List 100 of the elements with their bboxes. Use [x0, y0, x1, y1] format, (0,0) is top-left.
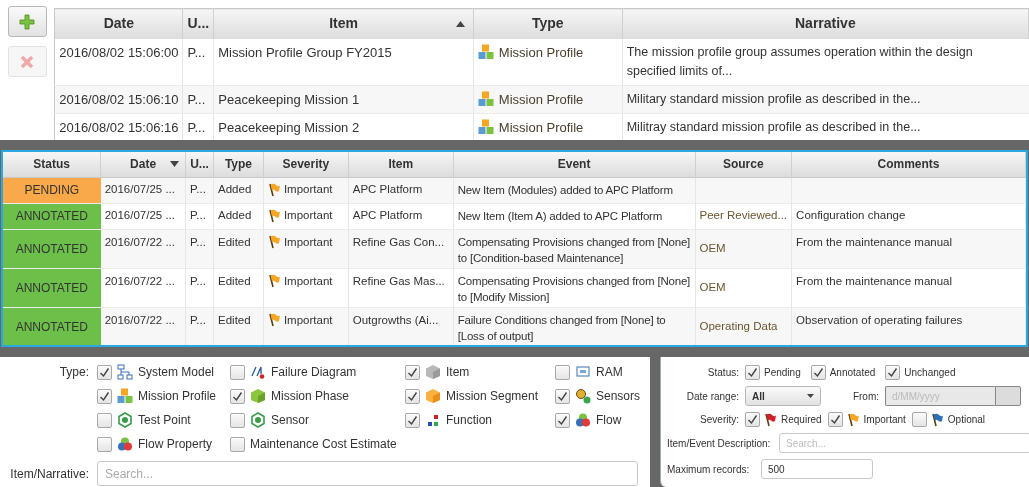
table-cell: Added: [213, 177, 264, 203]
add-button[interactable]: [7, 6, 47, 37]
checkbox[interactable]: [230, 364, 245, 380]
calendar-button[interactable]: [995, 386, 1021, 406]
column-header[interactable]: Item: [348, 152, 454, 177]
cubes-icon: [477, 44, 494, 60]
table-cell-text: Mission Profile: [498, 90, 584, 109]
table-cell: P...: [183, 38, 214, 85]
table-cell: Configuration change: [796, 209, 906, 222]
table-cell: 2016/08/02 15:06:16: [54, 113, 183, 140]
checkbox[interactable]: [405, 412, 420, 428]
search-field[interactable]: Search...: [779, 433, 1029, 453]
cubes-icon: [477, 119, 494, 135]
target-icon: [117, 412, 133, 428]
checkbox[interactable]: [745, 412, 760, 427]
table-cell-text: Important: [283, 234, 333, 250]
option-label: Mission Profile: [138, 388, 217, 405]
column-header[interactable]: Type: [213, 152, 264, 177]
checkbox[interactable]: [97, 364, 112, 380]
table-cell: 2016/07/25 ...: [100, 177, 186, 203]
table-cell: APC Platform: [348, 177, 454, 203]
column-header[interactable]: Narrative: [622, 8, 1029, 39]
field-label: Status:: [706, 366, 740, 380]
checkbox[interactable]: [405, 388, 420, 404]
table-cell: Compensating Provisions changed from [None] to [Modify Mission]: [453, 268, 695, 307]
target-icon: [250, 412, 266, 428]
max-records-field[interactable]: 500: [761, 459, 873, 479]
column-header[interactable]: U...: [185, 152, 214, 177]
checkbox[interactable]: [230, 412, 245, 428]
column-header[interactable]: U...: [183, 8, 214, 39]
column-header[interactable]: Item: [213, 8, 474, 39]
field-label: Item/Event Description:: [667, 436, 772, 451]
table-cell: Refine Gas Con...: [348, 229, 454, 268]
table-cell: P...: [185, 307, 214, 345]
table-cell: Refine Gas Mas...: [348, 268, 454, 307]
column-header[interactable]: Date: [54, 8, 183, 39]
table-cell: OEM: [699, 280, 726, 293]
flag-icon: [267, 183, 281, 197]
column-header[interactable]: Date: [100, 152, 186, 177]
table-cell-text: Important: [283, 273, 333, 289]
table-cell: P...: [185, 177, 214, 203]
checkbox[interactable]: [827, 412, 843, 427]
circles-icon: [117, 436, 133, 452]
checkbox[interactable]: [810, 365, 826, 380]
table-cell: P...: [183, 113, 214, 140]
table-cell: Edited: [213, 307, 264, 345]
close-icon: [20, 54, 35, 69]
flag-icon: [267, 209, 281, 223]
checkbox[interactable]: [230, 388, 245, 404]
date-range-dropdown[interactable]: All: [745, 386, 821, 406]
option-label: Optional: [947, 413, 986, 427]
search-field[interactable]: Search...: [97, 461, 638, 486]
field-label: Date range:: [685, 389, 740, 404]
table-cell: Added: [213, 203, 264, 229]
option-label: Test Point: [138, 412, 191, 429]
column-header[interactable]: Event: [453, 152, 695, 177]
table-cell: P...: [185, 268, 214, 307]
squares-icon: [425, 412, 441, 428]
checkbox[interactable]: [97, 436, 112, 452]
table-cell: The mission profile group assumes operation within the design specified limits of...: [622, 38, 1029, 85]
table-cell: 2016/07/22 ...: [100, 229, 186, 268]
checkbox[interactable]: [911, 412, 927, 427]
option-label: Unchanged: [904, 366, 956, 380]
option-label: Annotated: [829, 366, 876, 380]
field-label: Item/Narrative:: [9, 465, 90, 483]
field-label: Severity:: [699, 413, 740, 427]
table-cell-text: Mission Profile: [498, 118, 584, 137]
table-cell: 2016/07/22 ...: [100, 307, 186, 345]
checkbox[interactable]: [97, 388, 112, 404]
table-cell-text: Important: [283, 182, 333, 198]
table-cell: 2016/07/22 ...: [100, 268, 186, 307]
column-header[interactable]: Type: [473, 8, 623, 39]
diagram-icon: [250, 364, 266, 380]
checkbox[interactable]: [405, 364, 420, 380]
status-cell: ANNOTATED: [3, 307, 101, 345]
status-cell: ANNOTATED: [3, 229, 101, 268]
checkbox[interactable]: [885, 365, 901, 380]
checkbox[interactable]: [230, 436, 245, 452]
checkbox[interactable]: [97, 412, 112, 428]
column-header[interactable]: Severity: [263, 152, 349, 177]
column-header[interactable]: Source: [695, 152, 792, 177]
cube-icon: [425, 364, 441, 380]
column-header[interactable]: Comments: [791, 152, 1026, 177]
table-cell: From the maintenance manual: [796, 274, 953, 287]
table-cell: P...: [185, 203, 214, 229]
table-cell: New Item (Modules) added to APC Platform: [453, 177, 695, 203]
table-cell: From the maintenance manual: [796, 235, 953, 248]
flag-icon: [267, 235, 281, 250]
checkbox[interactable]: [555, 364, 570, 380]
column-header[interactable]: Status: [3, 152, 101, 177]
checkbox[interactable]: [555, 388, 570, 404]
checkbox[interactable]: [555, 412, 570, 428]
checkbox[interactable]: [745, 365, 760, 380]
option-label: Important: [863, 413, 906, 427]
table-cell: 2016/08/02 15:06:00: [54, 38, 183, 85]
table-cell-text: Important: [283, 208, 333, 224]
table-cell: 2016/07/25 ...: [100, 203, 186, 229]
option-label: Sensor: [271, 412, 310, 429]
table-cell: Edited: [213, 229, 264, 268]
option-label: Flow Property: [138, 436, 213, 453]
